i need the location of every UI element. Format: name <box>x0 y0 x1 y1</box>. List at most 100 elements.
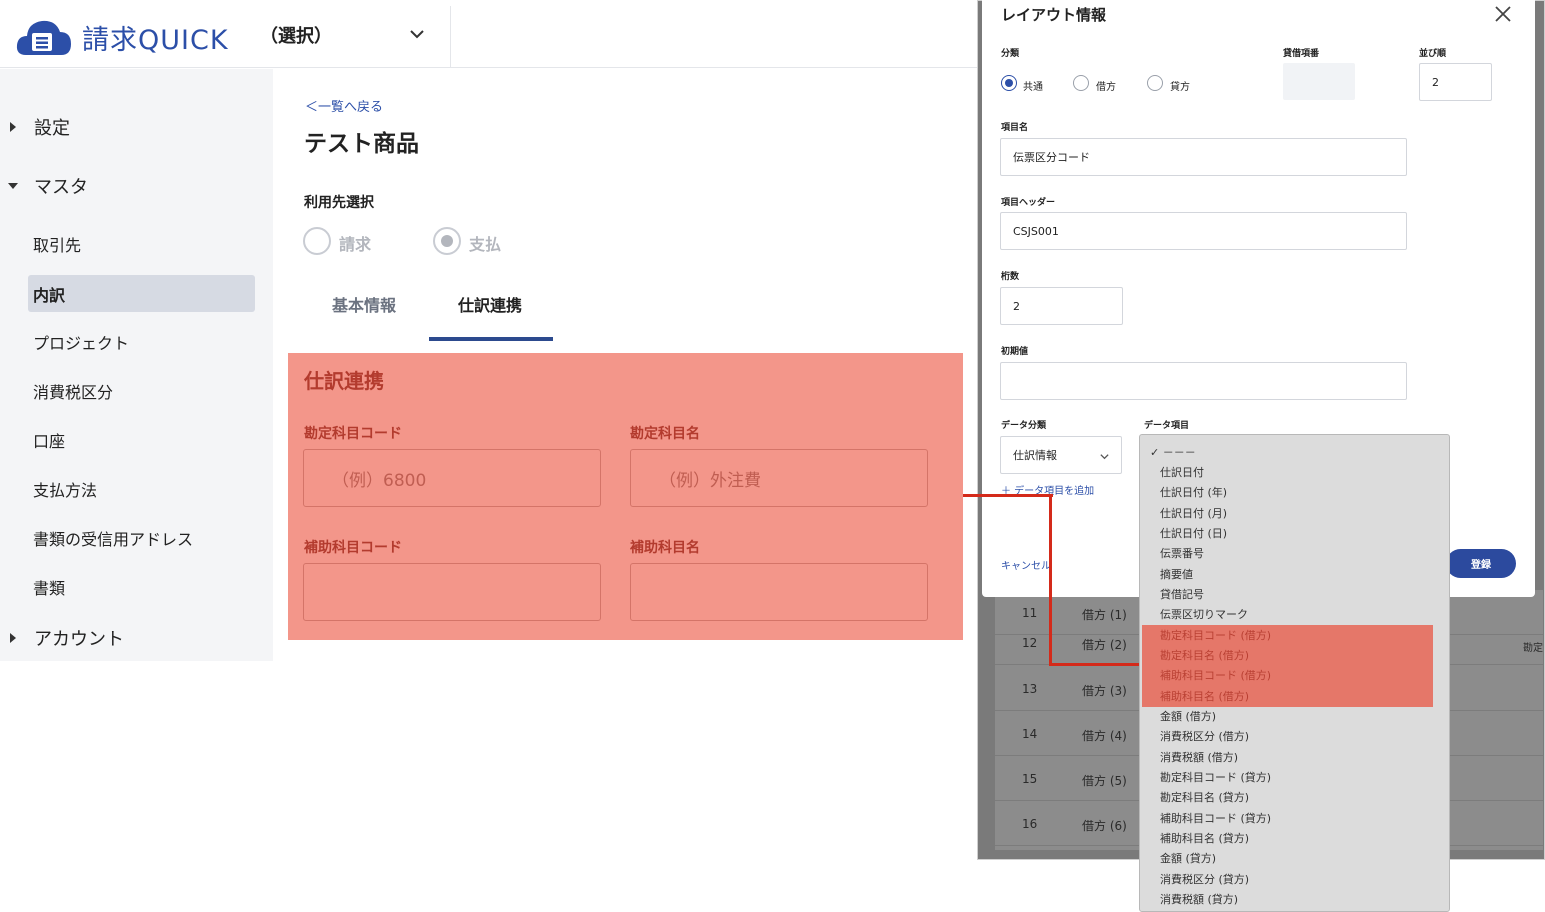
connector-line <box>963 494 1053 497</box>
usage-radio-payment[interactable] <box>433 227 461 255</box>
usage-radio-invoice-label: 請求 <box>339 235 372 254</box>
data-item-label: データ項目 <box>1144 421 1190 431</box>
logo-text: 請求QUICK <box>82 25 229 56</box>
category-radio-debit-label: 借方 <box>1096 82 1116 93</box>
dropdown-option[interactable]: 伝票番号 <box>1160 545 1204 561</box>
caret-down-icon <box>8 183 18 189</box>
tab-journal[interactable]: 仕訳連携 <box>458 292 522 316</box>
dropdown-option[interactable]: 伝票区切りマーク <box>1160 606 1248 622</box>
account-name-label: 勘定科目名 <box>630 426 700 442</box>
dropdown-option[interactable]: 貸借記号 <box>1160 586 1204 602</box>
connector-line <box>1049 494 1052 666</box>
category-radio-debit[interactable] <box>1073 75 1089 91</box>
data-category-label: データ分類 <box>1001 421 1047 431</box>
sidebar-item-breakdown[interactable]: 内訳 <box>28 275 255 312</box>
sidebar-item-project[interactable]: プロジェクト <box>28 323 255 360</box>
page-title: テスト商品 <box>304 131 419 157</box>
active-tab-indicator <box>429 337 553 341</box>
dropdown-option[interactable]: 消費税区分 (貸方) <box>1160 871 1249 887</box>
dropdown-option[interactable]: 金額 (借方) <box>1160 708 1216 724</box>
journal-panel: 仕訳連携 勘定科目コード （例）6800 勘定科目名 （例）外注費 補助科目コー… <box>288 353 963 640</box>
header-divider <box>450 6 451 68</box>
dropdown-option-selected[interactable]: ✓ －－－ <box>1150 444 1196 460</box>
item-name-label: 項目名 <box>1001 123 1029 133</box>
sidebar: 設定 マスタ 取引先 内訳 プロジェクト 消費税区分 口座 支払方法 書類の受信… <box>0 69 273 661</box>
dropdown-option[interactable]: 消費税額 (借方) <box>1160 749 1238 765</box>
dropdown-option[interactable]: 仕訳日付 (月) <box>1160 505 1227 521</box>
dropdown-option[interactable]: 勘定科目名 (貸方) <box>1160 789 1249 805</box>
initial-value-input[interactable] <box>1000 362 1407 400</box>
dropdown-option[interactable]: 仕訳日付 <box>1160 464 1204 480</box>
data-item-dropdown[interactable]: ✓ －－－ 仕訳日付 仕訳日付 (年) 仕訳日付 (月) 仕訳日付 (日) 伝票… <box>1139 434 1450 912</box>
order-input[interactable]: 2 <box>1419 63 1492 101</box>
dropdown-option[interactable]: 消費税区分 (借方) <box>1160 728 1249 744</box>
account-code-input[interactable]: （例）6800 <box>303 449 601 507</box>
caret-right-icon <box>10 122 16 132</box>
dropdown-option[interactable]: 金額 (貸方) <box>1160 850 1216 866</box>
category-label: 分類 <box>1001 49 1020 59</box>
register-button[interactable]: 登録 <box>1446 549 1516 578</box>
sidebar-item-receive-address[interactable]: 書類の受信用アドレス <box>28 519 255 556</box>
category-radio-common[interactable] <box>1001 75 1017 91</box>
sidebar-group-label: アカウント <box>34 629 124 650</box>
dropdown-option-highlighted[interactable]: 補助科目名 (借方) <box>1160 688 1249 704</box>
item-header-input[interactable]: CSJS001 <box>1000 212 1407 250</box>
journal-title: 仕訳連携 <box>304 369 384 393</box>
sidebar-item-clients[interactable]: 取引先 <box>28 225 255 262</box>
chevron-down-icon <box>1100 454 1109 460</box>
dropdown-option-highlighted[interactable]: 勘定科目コード (借方) <box>1160 627 1271 643</box>
dropdown-option[interactable]: 補助科目名 (貸方) <box>1160 830 1249 846</box>
dropdown-option[interactable]: 仕訳日付 (日) <box>1160 525 1227 541</box>
sidebar-item-tax-category[interactable]: 消費税区分 <box>28 372 255 409</box>
back-link-label: 一覧へ戻る <box>318 100 384 115</box>
chevron-down-icon[interactable] <box>407 24 427 44</box>
category-radio-credit[interactable] <box>1147 75 1163 91</box>
close-icon[interactable] <box>1494 5 1512 23</box>
back-link[interactable]: ＜一覧へ戻る <box>305 96 383 115</box>
check-icon: ✓ <box>1150 446 1163 459</box>
modal-title: レイアウト情報 <box>1001 6 1107 24</box>
background-table-cell: 勘定 <box>1523 643 1543 654</box>
usage-radio-payment-label: 支払 <box>469 235 502 254</box>
credit-number-label: 貸借項番 <box>1283 49 1320 59</box>
sidebar-group-label: マスタ <box>34 177 88 198</box>
dropdown-option-highlighted[interactable]: 補助科目コード (借方) <box>1160 667 1271 683</box>
initial-value-label: 初期値 <box>1001 347 1029 357</box>
order-label: 並び順 <box>1419 49 1447 59</box>
usage-radio-invoice[interactable] <box>303 227 331 255</box>
item-header-label: 項目ヘッダー <box>1001 198 1056 208</box>
account-name-input[interactable]: （例）外注費 <box>630 449 928 507</box>
sub-name-input[interactable] <box>630 563 928 621</box>
sub-code-input[interactable] <box>303 563 601 621</box>
connector-line <box>1049 663 1141 666</box>
caret-right-icon <box>10 633 16 643</box>
dropdown-option[interactable]: 消費税額 (貸方) <box>1160 891 1238 907</box>
account-code-label: 勘定科目コード <box>304 426 402 442</box>
tab-basic-info[interactable]: 基本情報 <box>332 292 396 316</box>
dropdown-option-label: －－－ <box>1162 446 1196 459</box>
sidebar-group-label: 設定 <box>34 118 70 139</box>
digits-input[interactable]: 2 <box>1000 287 1123 325</box>
dropdown-option[interactable]: 勘定科目コード (貸方) <box>1160 769 1271 785</box>
category-radio-common-label: 共通 <box>1023 82 1043 93</box>
cancel-button[interactable]: キャンセル <box>1001 557 1051 572</box>
data-category-select[interactable]: 仕訳情報 <box>1000 436 1122 474</box>
sidebar-item-account[interactable]: 口座 <box>28 421 255 458</box>
digits-label: 桁数 <box>1001 272 1020 282</box>
sub-code-label: 補助科目コード <box>304 540 402 556</box>
dropdown-option[interactable]: 仕訳日付 (年) <box>1160 484 1227 500</box>
dropdown-option-highlighted[interactable]: 勘定科目名 (借方) <box>1160 647 1249 663</box>
item-name-input[interactable]: 伝票区分コード <box>1000 138 1407 176</box>
dropdown-option[interactable]: 摘要値 <box>1160 566 1193 582</box>
sub-name-label: 補助科目名 <box>630 540 700 556</box>
chevron-left-icon: ＜ <box>305 100 319 115</box>
credit-number-field <box>1283 63 1355 100</box>
category-radio-credit-label: 貸方 <box>1170 82 1190 93</box>
usage-label: 利用先選択 <box>304 195 374 211</box>
app-header: 請求QUICK （選択） <box>0 0 978 68</box>
sidebar-item-payment-method[interactable]: 支払方法 <box>28 470 255 507</box>
sidebar-item-documents[interactable]: 書類 <box>28 568 255 605</box>
company-select[interactable]: （選択） <box>260 22 332 48</box>
dropdown-option[interactable]: 補助科目コード (貸方) <box>1160 810 1271 826</box>
data-category-value: 仕訳情報 <box>1013 449 1057 462</box>
